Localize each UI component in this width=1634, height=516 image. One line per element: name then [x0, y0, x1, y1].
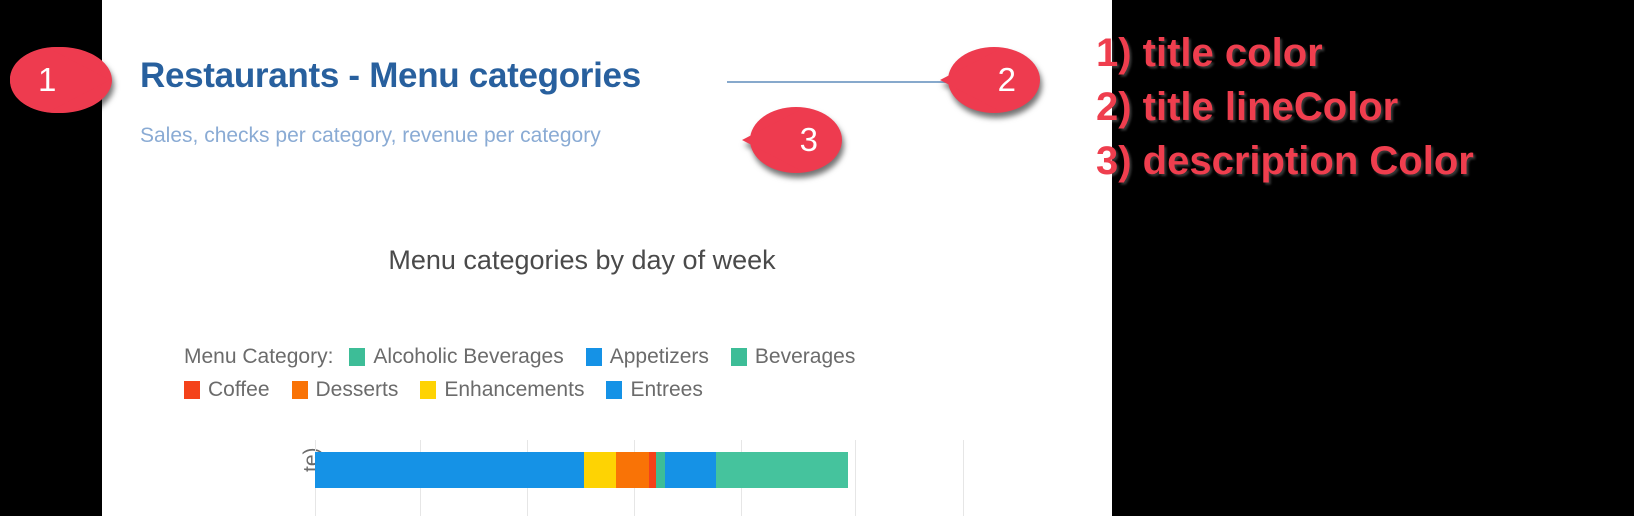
dashboard-description: Sales, checks per category, revenue per …: [140, 124, 601, 148]
badge-pin-left-icon: [740, 105, 844, 175]
legend-label: Coffee: [208, 378, 270, 402]
legend-label: Alcoholic Beverages: [373, 345, 563, 369]
legend-swatch-icon: [292, 381, 308, 399]
legend-row-2: Coffee Desserts Enhancements Entrees: [184, 373, 1044, 406]
legend-item-desserts[interactable]: Desserts: [292, 378, 399, 402]
chart-title: Menu categories by day of week: [102, 245, 1062, 276]
legend-swatch-icon: [420, 381, 436, 399]
legend-item-coffee[interactable]: Coffee: [184, 378, 270, 402]
bar-segment-coffee[interactable]: [649, 452, 656, 488]
bar-segment-beverages[interactable]: [656, 452, 665, 488]
legend-label: Desserts: [316, 378, 399, 402]
chart-bar-sat[interactable]: [315, 452, 848, 488]
legend-label: Entrees: [630, 378, 702, 402]
legend-item-alcoholic-beverages[interactable]: Alcoholic Beverages: [349, 345, 563, 369]
legend-swatch-icon: [349, 348, 365, 366]
legend-label: Enhancements: [444, 378, 584, 402]
legend-item-enhancements[interactable]: Enhancements: [420, 378, 584, 402]
chart-gridline: [855, 440, 856, 516]
legend-row-1: Menu Category: Alcoholic Beverages Appet…: [184, 340, 1044, 373]
legend-swatch-icon: [586, 348, 602, 366]
annotation-badge-2[interactable]: 2: [938, 45, 1042, 115]
legend-label: Beverages: [755, 345, 855, 369]
legend-item-entrees[interactable]: Entrees: [606, 378, 702, 402]
key-line-title-linecolor: 2) title lineColor: [1096, 80, 1616, 134]
legend-label: Appetizers: [610, 345, 709, 369]
legend-swatch-icon: [731, 348, 747, 366]
badge-pin-right-icon: [8, 45, 112, 115]
annotation-badge-3[interactable]: 3: [740, 105, 844, 175]
bar-segment-alcoholic-beverages[interactable]: [716, 452, 848, 488]
key-line-title-color: 1) title color: [1096, 26, 1616, 80]
legend-item-appetizers[interactable]: Appetizers: [586, 345, 709, 369]
bar-segment-desserts[interactable]: [616, 452, 649, 488]
legend-swatch-icon: [184, 381, 200, 399]
legend-caption: Menu Category:: [184, 345, 333, 369]
chart-gridline: [963, 440, 964, 516]
badge-pin-left-icon: [938, 45, 1042, 115]
annotation-key: 1) title color 2) title lineColor 3) des…: [1096, 26, 1616, 188]
title-leader-line: [727, 81, 949, 83]
dashboard-title: Restaurants - Menu categories: [140, 56, 641, 96]
bar-segment-enhancements[interactable]: [584, 452, 616, 488]
annotation-badge-1[interactable]: 1: [8, 45, 112, 115]
chart-legend: Menu Category: Alcoholic Beverages Appet…: [184, 340, 1044, 406]
bar-segment-appetizers[interactable]: [315, 452, 584, 488]
screenshot-root: Restaurants - Menu categories Sales, che…: [0, 0, 1634, 516]
legend-item-beverages[interactable]: Beverages: [731, 345, 855, 369]
key-line-description-color: 3) description Color: [1096, 134, 1616, 188]
legend-swatch-icon: [606, 381, 622, 399]
bar-segment-entrees[interactable]: [665, 452, 716, 488]
